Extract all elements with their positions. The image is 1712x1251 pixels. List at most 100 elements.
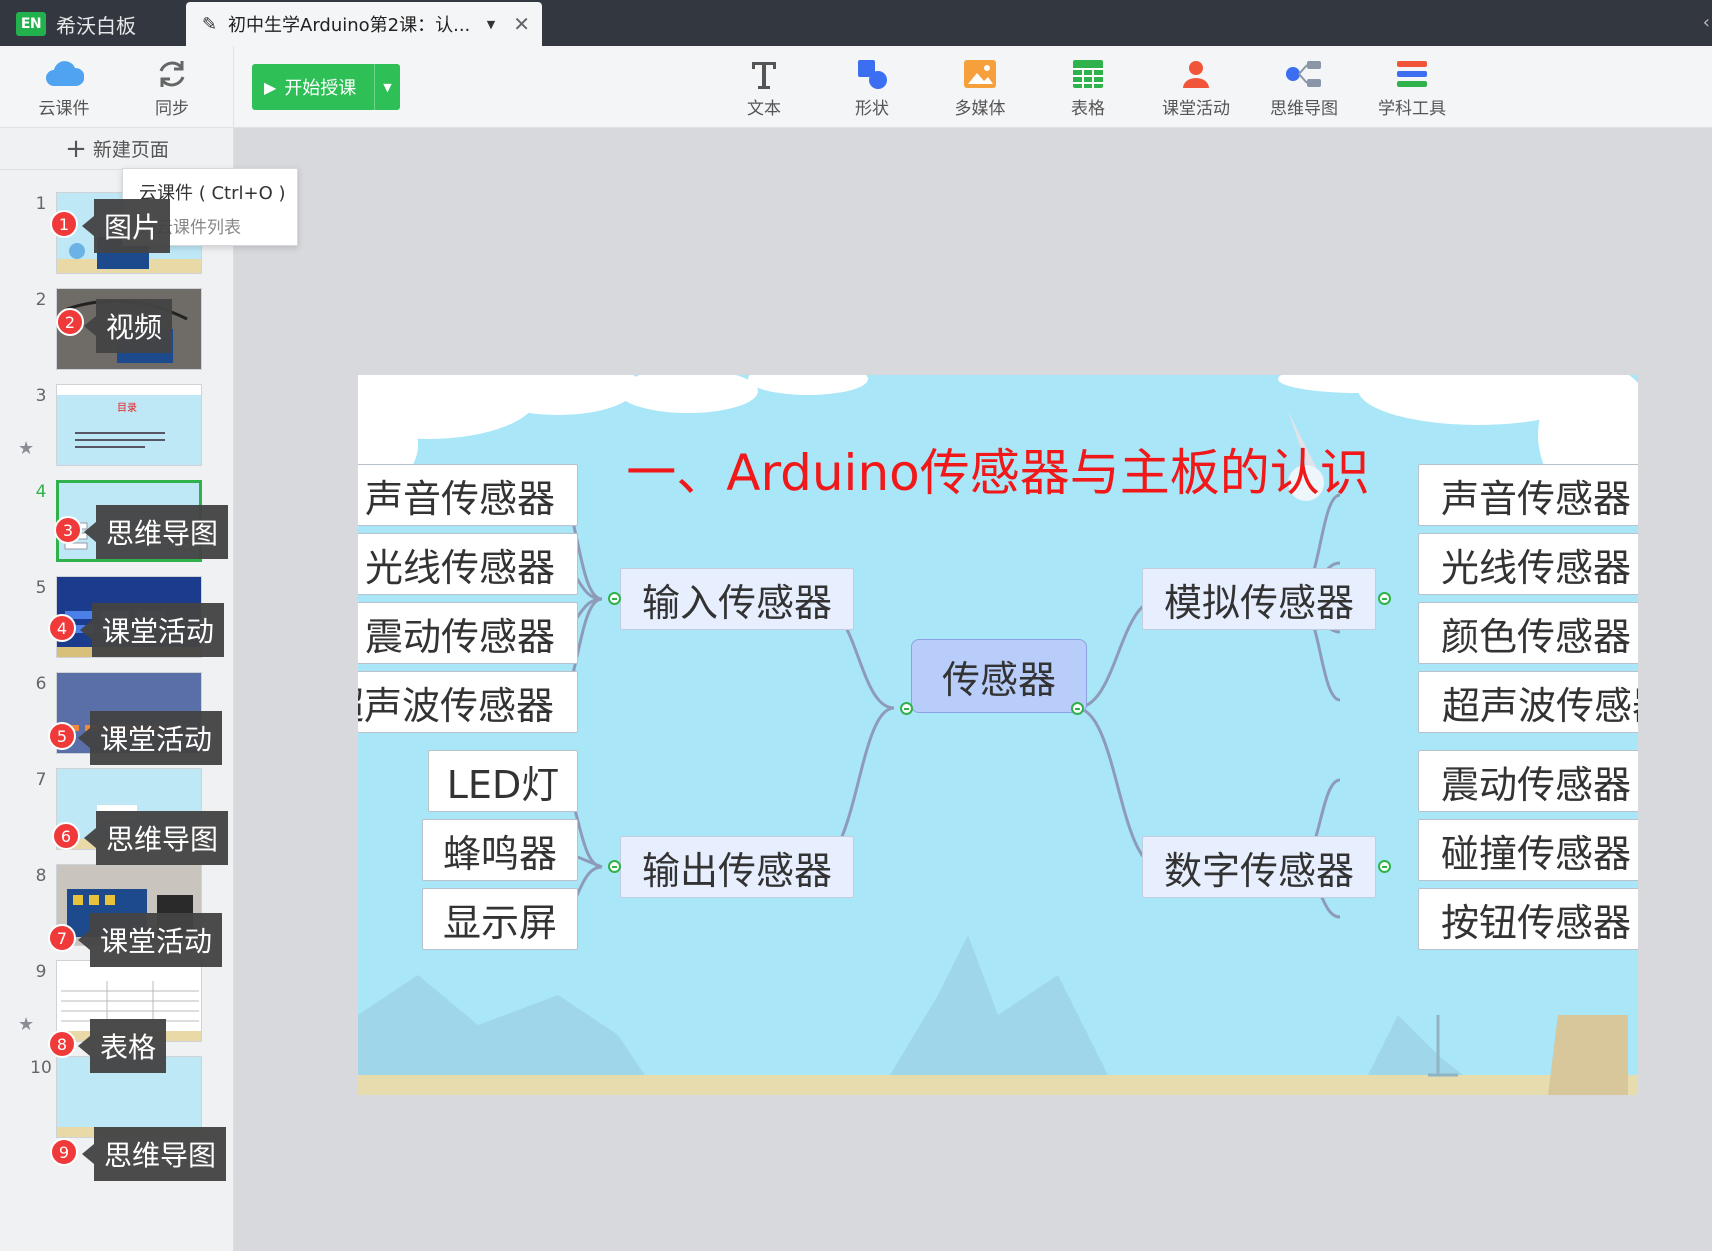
- page-number: 2: [35, 290, 47, 310]
- slide-thumbnail[interactable]: 目录: [56, 384, 202, 466]
- mind-map-leaf[interactable]: 颜色传感器: [1418, 602, 1638, 664]
- expand-icon[interactable]: ‹: [1703, 12, 1710, 33]
- collapse-toggle-icon[interactable]: [900, 702, 913, 715]
- mind-map-leaf[interactable]: 碰撞传感器: [1418, 819, 1638, 881]
- thumbnail-image: [57, 385, 201, 465]
- document-tab-title: 初中生学Arduino第2课：认...: [228, 15, 471, 36]
- annotation-badge: 7: [48, 924, 76, 952]
- start-options-dropdown[interactable]: ▼: [374, 64, 400, 110]
- mind-map-leaf[interactable]: 光线传感器: [1418, 533, 1638, 595]
- subject-tools-icon: [1397, 61, 1427, 87]
- page-number: 6: [35, 674, 47, 694]
- play-icon: ▶: [264, 77, 277, 97]
- text-icon: [752, 62, 776, 89]
- media-icon: [964, 60, 996, 88]
- annotation-badge: 3: [54, 516, 82, 544]
- mind-map-leaf[interactable]: 蜂鸣器: [422, 819, 578, 881]
- tool-media[interactable]: 多媒体: [930, 54, 1030, 119]
- tool-text[interactable]: 文本: [714, 54, 814, 119]
- start-teaching-label: 开始授课: [284, 78, 357, 99]
- title-bar: EN 希沃白板 ✎ 初中生学Arduino第2课：认... ▼ ✕ ‹: [0, 0, 1712, 46]
- page-thumbnail-3[interactable]: 3 目录 ★: [0, 380, 234, 474]
- app-tab[interactable]: EN 希沃白板: [16, 8, 136, 40]
- annotation-badge: 4: [48, 614, 76, 642]
- annotation-label: 思维导图: [81, 1127, 227, 1181]
- cloud-courseware-button[interactable]: 云课件: [24, 54, 104, 119]
- annotation-label: 图片: [81, 199, 171, 253]
- cloud-icon: [46, 61, 84, 86]
- annotation-badge: 5: [48, 722, 76, 750]
- mind-map-node-digital[interactable]: 数字传感器: [1142, 836, 1376, 898]
- slide-canvas[interactable]: 一、Arduino传感器与主板的认识 传感器 输入传感器 输出传感器 模拟传感器…: [358, 375, 1638, 1095]
- page-sidebar: + 新建页面 1 2 3 目录 ★ 4 5 6 7 8 9 ★ 10: [0, 128, 234, 1251]
- mind-map-node-output[interactable]: 输出传感器: [620, 836, 854, 898]
- toolbar-left-group: 云课件 同步: [0, 46, 234, 128]
- tool-table[interactable]: 表格: [1038, 54, 1138, 119]
- mind-map-node-input[interactable]: 输入传感器: [620, 568, 854, 630]
- edit-icon[interactable]: ✎: [202, 14, 224, 35]
- star-icon: ★: [18, 1014, 35, 1035]
- annotation-badge: 1: [50, 210, 78, 238]
- mind-map-leaf[interactable]: 震动传感器: [358, 602, 578, 664]
- collapse-toggle-icon[interactable]: [1378, 592, 1391, 605]
- mind-map-leaf[interactable]: 超声波传感器: [358, 671, 578, 733]
- mind-map-leaf[interactable]: 显示屏: [422, 888, 578, 950]
- mind-map-root-node[interactable]: 传感器: [911, 639, 1087, 713]
- collapse-toggle-icon[interactable]: [1071, 702, 1084, 715]
- toolbar: 云课件 同步 ▶ 开始授课 ▼ 文本 形状 多媒体 表格 课堂活动 思维导图 学…: [0, 46, 1712, 128]
- annotation-label: 课堂活动: [77, 711, 223, 765]
- mind-map-leaf[interactable]: 按钮传感器: [1418, 888, 1638, 950]
- sync-icon: [159, 61, 185, 87]
- annotation-label: 思维导图: [83, 811, 229, 865]
- app-window: EN 希沃白板 ✎ 初中生学Arduino第2课：认... ▼ ✕ ‹ 云课件 …: [0, 0, 1712, 1251]
- annotation-badge: 6: [52, 822, 80, 850]
- class-activity-icon: [1183, 61, 1209, 88]
- tool-media-label: 多媒体: [954, 99, 1006, 119]
- app-logo: EN: [16, 12, 46, 36]
- mind-map-leaf[interactable]: 声音传感器: [1418, 464, 1638, 526]
- table-icon: [1073, 60, 1103, 88]
- tool-shape-label: 形状: [855, 99, 889, 119]
- mind-map-node-analog[interactable]: 模拟传感器: [1142, 568, 1376, 630]
- plus-icon: +: [65, 133, 87, 164]
- start-teaching-button[interactable]: ▶ 开始授课 ▼: [252, 64, 400, 110]
- tool-text-label: 文本: [747, 99, 781, 119]
- sync-button[interactable]: 同步: [132, 54, 212, 119]
- document-tab[interactable]: ✎ 初中生学Arduino第2课：认... ▼ ✕: [186, 2, 542, 46]
- app-name: 希沃白板: [56, 13, 136, 38]
- page-number: 5: [35, 578, 47, 598]
- tool-subject-tools[interactable]: 学科工具: [1362, 54, 1462, 119]
- page-number: 3: [35, 386, 47, 406]
- tool-mind-map[interactable]: 思维导图: [1254, 54, 1354, 119]
- page-number: 7: [35, 770, 47, 790]
- mind-map-icon: [1286, 61, 1321, 87]
- mind-map-leaf[interactable]: 光线传感器: [358, 533, 578, 595]
- annotation-label: 课堂活动: [79, 603, 225, 657]
- collapse-toggle-icon[interactable]: [608, 860, 621, 873]
- close-icon[interactable]: ✕: [513, 12, 530, 36]
- collapse-toggle-icon[interactable]: [608, 592, 621, 605]
- shape-icon: [858, 60, 887, 89]
- collapse-toggle-icon[interactable]: [1378, 860, 1391, 873]
- page-number: 9: [35, 962, 47, 982]
- cloud-courseware-label: 云课件: [38, 99, 90, 119]
- mind-map-leaf[interactable]: LED灯: [428, 750, 578, 812]
- chevron-down-icon[interactable]: ▼: [487, 18, 495, 31]
- annotation-badge: 2: [56, 308, 84, 336]
- mind-map-leaf[interactable]: 声音传感器: [358, 464, 578, 526]
- mind-map-leaf[interactable]: 超声波传感器: [1418, 671, 1638, 733]
- new-page-button[interactable]: + 新建页面: [0, 128, 234, 170]
- tool-class-activity[interactable]: 课堂活动: [1146, 54, 1246, 119]
- thumbnail-title: 目录: [117, 403, 137, 414]
- annotation-label: 视频: [83, 299, 173, 353]
- annotation-badge: 9: [50, 1138, 78, 1166]
- tool-shape[interactable]: 形状: [822, 54, 922, 119]
- sync-label: 同步: [155, 99, 189, 119]
- page-number: 1: [35, 194, 47, 214]
- mind-map-leaf[interactable]: 震动传感器: [1418, 750, 1638, 812]
- tool-table-label: 表格: [1071, 99, 1105, 119]
- annotation-label: 表格: [77, 1019, 167, 1073]
- annotation-label: 思维导图: [83, 505, 229, 559]
- tool-subject-tools-label: 学科工具: [1378, 99, 1446, 119]
- page-number: 4: [35, 482, 47, 502]
